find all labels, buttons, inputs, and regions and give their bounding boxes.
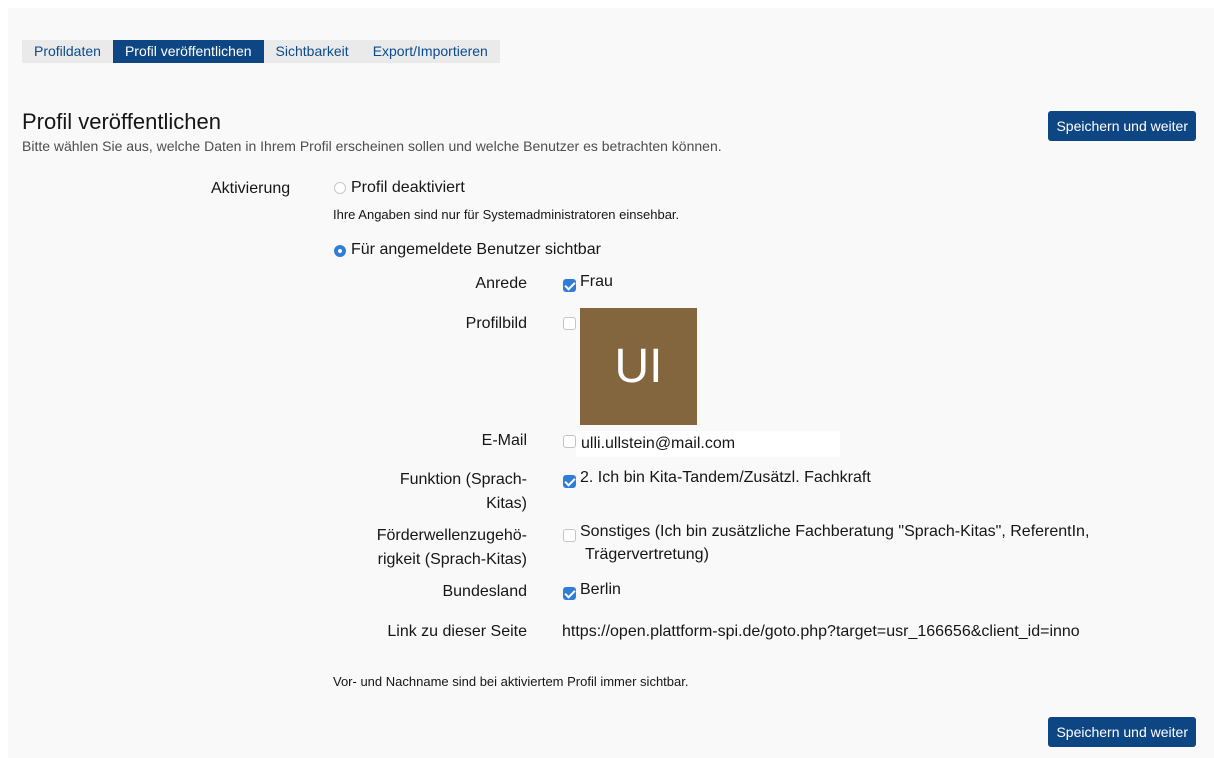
avatar: UI (580, 308, 697, 425)
foerderwelle-checkbox[interactable] (563, 529, 576, 542)
foerderwelle-label-line2: rigkeit (Sprach-Kitas) (377, 551, 527, 568)
funktion-label-line2: Kitas) (486, 495, 527, 512)
tab-export-importieren[interactable]: Export/Importieren (361, 40, 500, 63)
activation-label: Aktivierung (211, 180, 291, 197)
profile-link-value: https://open.plattform-spi.de/goto.php?t… (562, 623, 1080, 640)
visible-logged-in-label[interactable]: Für angemeldete Benutzer sichtbar (351, 241, 601, 259)
profile-disabled-info: Ihre Angaben sind nur für Systemadminist… (333, 207, 680, 222)
funktion-label-line1: Funktion (Sprach- (399, 471, 527, 488)
bundesland-checkbox[interactable] (563, 587, 576, 600)
tab-profildaten[interactable]: Profildaten (22, 40, 113, 63)
tab-bar: Profildaten Profil veröffentlichen Sicht… (22, 40, 500, 63)
page-title: Profil veröffentlichen (22, 109, 221, 134)
profilbild-label: Profilbild (465, 315, 527, 332)
avatar-initials: UI (614, 340, 663, 393)
email-value: ulli.ullstein@mail.com (581, 435, 736, 452)
profile-disabled-label[interactable]: Profil deaktiviert (351, 179, 465, 197)
anrede-checkbox[interactable] (563, 279, 576, 292)
funktion-value: 2. Ich bin Kita-Tandem/Zusätzl. Fachkraf… (580, 469, 871, 486)
save-and-continue-button-top[interactable]: Speichern und weiter (1048, 111, 1196, 141)
anrede-value: Frau (580, 273, 613, 290)
footer-note: Vor- und Nachname sind bei aktiviertem P… (333, 674, 689, 689)
tab-sichtbarkeit[interactable]: Sichtbarkeit (264, 40, 361, 63)
profilbild-checkbox[interactable] (563, 317, 576, 330)
email-checkbox[interactable] (563, 435, 576, 448)
foerderwelle-value-line1: Sonstiges (Ich bin zusätzliche Fachberat… (580, 523, 1090, 540)
foerderwelle-label-line1: Förderwellenzugehö- (376, 527, 527, 544)
link-label: Link zu dieser Seite (387, 623, 527, 640)
bundesland-value: Berlin (580, 581, 621, 598)
save-and-continue-button-bottom[interactable]: Speichern und weiter (1048, 717, 1196, 747)
profile-disabled-radio[interactable] (334, 182, 346, 194)
anrede-label: Anrede (475, 275, 527, 292)
funktion-checkbox[interactable] (563, 475, 576, 488)
visible-logged-in-radio[interactable] (334, 245, 346, 257)
email-label: E-Mail (481, 432, 527, 449)
tab-profil-veroeffentlichen[interactable]: Profil veröffentlichen (112, 40, 264, 63)
bundesland-label: Bundesland (442, 583, 527, 600)
page-description: Bitte wählen Sie aus, welche Daten in Ih… (22, 138, 722, 154)
foerderwelle-value-line2: Trägervertretung) (585, 546, 709, 563)
